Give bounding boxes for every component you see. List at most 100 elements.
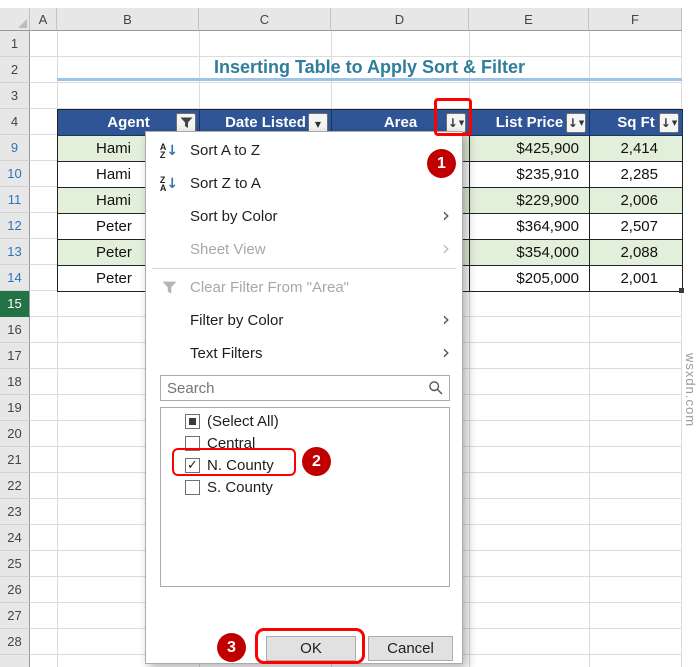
row-header[interactable]: 11 — [0, 187, 30, 213]
column-header-d[interactable]: D — [331, 8, 469, 31]
cell-sq-ft[interactable]: 2,507 — [590, 214, 683, 240]
row-header[interactable]: 13 — [0, 239, 30, 265]
highlight-box-area-filter — [434, 98, 472, 136]
filter-option-s-county[interactable]: S. County — [161, 477, 449, 499]
annotation-step-1: 1 — [427, 149, 456, 178]
cell-list-price[interactable]: $235,910 — [470, 162, 590, 188]
row-header[interactable]: 21 — [0, 447, 30, 473]
row-header[interactable]: 10 — [0, 161, 30, 187]
table-header-sq-ft: Sq Ft — [590, 110, 683, 136]
table-header-label: List Price — [495, 114, 564, 131]
row-header[interactable]: 18 — [0, 369, 30, 395]
cell-sq-ft[interactable]: 2,414 — [590, 136, 683, 162]
menu-item-sheet-view: Sheet View — [146, 233, 462, 266]
submenu-arrow-icon — [442, 200, 450, 233]
filter-option-select-all[interactable]: (Select All) — [161, 411, 449, 433]
row-header[interactable]: 4 — [0, 109, 30, 135]
row-header[interactable]: 17 — [0, 343, 30, 369]
submenu-arrow-icon — [442, 304, 450, 337]
sort-a-to-z-icon — [154, 134, 184, 167]
cell-list-price[interactable]: $354,000 — [470, 240, 590, 266]
submenu-arrow-icon — [442, 233, 450, 266]
checkbox-indeterminate-icon[interactable] — [185, 414, 200, 429]
watermark: wsxdn.com — [683, 353, 698, 428]
column-header-e[interactable]: E — [469, 8, 589, 31]
menu-item-filter-by-color[interactable]: Filter by Color — [146, 304, 462, 337]
menu-item-label: Sort by Color — [190, 208, 278, 225]
row-header[interactable]: 28 — [0, 629, 30, 655]
annotation-step-2: 2 — [302, 447, 331, 476]
excel-window: A B C D E F 1 2 3 4 9 10 11 12 13 14 15 … — [0, 0, 698, 667]
cell-sq-ft[interactable]: 2,088 — [590, 240, 683, 266]
row-header[interactable]: 19 — [0, 395, 30, 421]
row-header[interactable]: 26 — [0, 577, 30, 603]
menu-item-label: Clear Filter From "Area" — [190, 279, 350, 296]
table-header-label: Date Listed — [225, 114, 306, 131]
column-header-a[interactable]: A — [30, 8, 57, 31]
row-header[interactable]: 9 — [0, 135, 30, 161]
search-icon — [428, 380, 444, 401]
menu-item-sort-z-to-a[interactable]: Sort Z to A — [146, 167, 462, 200]
funnel-icon — [180, 117, 192, 128]
cell-list-price[interactable]: $205,000 — [470, 266, 590, 292]
submenu-arrow-icon — [442, 337, 450, 370]
menu-item-label: Sheet View — [190, 241, 266, 258]
column-header-b[interactable]: B — [57, 8, 199, 31]
row-header[interactable]: 12 — [0, 213, 30, 239]
date-listed-filter-button[interactable] — [308, 113, 328, 133]
cell-list-price[interactable]: $229,900 — [470, 188, 590, 214]
menu-item-sort-a-to-z[interactable]: Sort A to Z — [146, 134, 462, 167]
filter-option-label: S. County — [207, 479, 273, 496]
select-all-corner[interactable] — [0, 8, 30, 31]
row-header[interactable]: 3 — [0, 83, 30, 109]
filter-values-list: (Select All) Central N. County S. County — [160, 407, 450, 587]
row-header[interactable]: 25 — [0, 551, 30, 577]
cell-list-price[interactable]: $425,900 — [470, 136, 590, 162]
table-header-label: Sq Ft — [617, 114, 655, 131]
cell-sq-ft[interactable]: 2,001 — [590, 266, 683, 292]
row-header[interactable]: 1 — [0, 31, 30, 57]
table-header-list-price: List Price — [470, 110, 590, 136]
menu-item-label: Sort Z to A — [190, 175, 261, 192]
row-header-selected[interactable]: 15 — [0, 291, 30, 317]
column-header-f[interactable]: F — [589, 8, 682, 31]
page-title: Inserting Table to Apply Sort & Filter — [213, 57, 526, 77]
cell-list-price[interactable]: $364,900 — [470, 214, 590, 240]
cell-sq-ft[interactable]: 2,006 — [590, 188, 683, 214]
row-header[interactable]: 27 — [0, 603, 30, 629]
highlight-box-n-county — [172, 448, 296, 476]
row-header[interactable]: 14 — [0, 265, 30, 291]
sq-ft-filter-button[interactable] — [659, 113, 679, 133]
menu-item-text-filters[interactable]: Text Filters — [146, 337, 462, 370]
menu-item-label: Sort A to Z — [190, 142, 261, 159]
filter-dropdown-menu: Sort A to Z Sort Z to A Sort by Color Sh… — [145, 131, 463, 664]
sort-z-to-a-icon — [154, 167, 184, 200]
cell-sq-ft[interactable]: 2,285 — [590, 162, 683, 188]
row-header[interactable]: 2 — [0, 57, 30, 83]
sort-filter-icon — [568, 111, 584, 136]
menu-item-label: Filter by Color — [190, 312, 284, 329]
row-header[interactable]: 23 — [0, 499, 30, 525]
table-header-label: Agent — [107, 114, 150, 131]
checkbox-unchecked-icon[interactable] — [185, 480, 200, 495]
filter-option-label: (Select All) — [207, 413, 279, 430]
row-header[interactable]: 22 — [0, 473, 30, 499]
list-price-filter-button[interactable] — [566, 113, 586, 133]
menu-item-label: Text Filters — [190, 345, 263, 362]
search-input[interactable] — [161, 376, 449, 400]
highlight-box-ok — [255, 628, 365, 664]
column-header-c[interactable]: C — [199, 8, 331, 31]
clear-filter-icon — [154, 271, 184, 304]
row-header[interactable]: 16 — [0, 317, 30, 343]
cancel-button[interactable]: Cancel — [368, 636, 453, 661]
agent-filter-button[interactable] — [176, 113, 196, 133]
annotation-step-3: 3 — [217, 633, 246, 662]
menu-item-sort-by-color[interactable]: Sort by Color — [146, 200, 462, 233]
menu-item-clear-filter: Clear Filter From "Area" — [146, 271, 462, 304]
sort-filter-icon — [661, 111, 677, 136]
row-header[interactable]: 20 — [0, 421, 30, 447]
row-header[interactable]: 24 — [0, 525, 30, 551]
filter-search-box — [160, 375, 450, 401]
table-resize-handle[interactable] — [679, 288, 684, 293]
title-underline — [57, 78, 682, 81]
